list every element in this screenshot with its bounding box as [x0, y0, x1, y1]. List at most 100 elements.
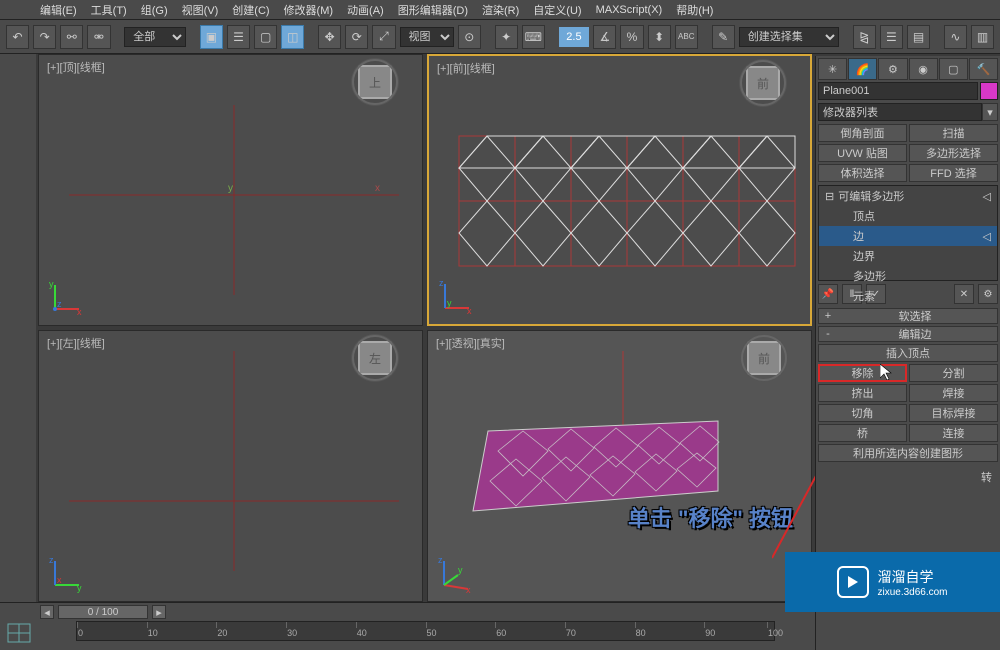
axis-gizmo-icon: x y z	[47, 277, 87, 317]
viewport-left[interactable]: [+][左][线框] 左 y z x	[38, 330, 423, 602]
soft-selection-rollout[interactable]: +软选择	[818, 308, 998, 324]
dropdown-arrow-icon[interactable]: ▾	[982, 103, 998, 121]
menu-maxscript[interactable]: MAXScript(X)	[596, 4, 663, 16]
bridge-button[interactable]: 桥	[818, 424, 907, 442]
stack-polygon[interactable]: 多边形	[819, 266, 997, 286]
viewport-top[interactable]: [+][顶][线框] 上 x y x y z	[38, 54, 423, 326]
viewport-perspective[interactable]: [+][透视][真实] 前 x z y 单击 "移除" 按钮	[427, 330, 812, 602]
selection-filter-dropdown[interactable]: 全部	[124, 27, 186, 47]
svg-text:y: y	[228, 183, 233, 194]
menu-group[interactable]: 组(G)	[141, 2, 168, 18]
create-shape-button[interactable]: 利用所选内容创建图形	[818, 444, 998, 462]
use-center-button[interactable]: ⊙	[458, 25, 481, 49]
mirror-button[interactable]: ⧎	[853, 25, 876, 49]
axis-gizmo-icon: x z y	[436, 553, 476, 593]
timeline-prev-button[interactable]: ◂	[40, 605, 54, 619]
split-button[interactable]: 分割	[909, 364, 998, 382]
keyboard-shortcut-button[interactable]: ⌨	[522, 25, 545, 49]
stack-border[interactable]: 边界	[819, 246, 997, 266]
object-color-swatch[interactable]	[980, 82, 998, 100]
modifier-list-dropdown[interactable]: 修改器列表	[818, 103, 982, 121]
tick: 80	[635, 622, 646, 628]
svg-text:z: z	[49, 555, 54, 565]
sweep-button[interactable]: 扫描	[909, 124, 998, 142]
time-ruler[interactable]: 0 10 20 30 40 50 60 70 80 90 100	[76, 621, 775, 641]
rotate-button[interactable]: ⟳	[345, 25, 368, 49]
menu-modifiers[interactable]: 修改器(M)	[284, 2, 334, 18]
edit-edges-rollout[interactable]: -编辑边	[818, 326, 998, 342]
viewport-front[interactable]: [+][前][线框] 前 x z y	[427, 54, 812, 326]
chamfer-profile-button[interactable]: 倒角剖面	[818, 124, 907, 142]
menu-bar: 编辑(E) 工具(T) 组(G) 视图(V) 创建(C) 修改器(M) 动画(A…	[0, 0, 1000, 20]
object-name-field[interactable]	[818, 82, 978, 100]
connect-button[interactable]: 连接	[909, 424, 998, 442]
menu-grapheditors[interactable]: 图形编辑器(D)	[398, 2, 468, 18]
tick: 50	[426, 622, 437, 628]
timeline-next-button[interactable]: ▸	[152, 605, 166, 619]
spinner-snap-button[interactable]: ⬍	[648, 25, 671, 49]
redo-button[interactable]: ↷	[33, 25, 56, 49]
modifier-stack[interactable]: ⊟可编辑多边形◁ 顶点 边◁ 边界 多边形 元素	[818, 185, 998, 281]
layer-mgr-button[interactable]: ▤	[907, 25, 930, 49]
play-icon	[837, 566, 869, 598]
link-button[interactable]: ⚯	[60, 25, 83, 49]
rect-select-button[interactable]: ▢	[254, 25, 277, 49]
stack-element[interactable]: 元素	[819, 286, 997, 306]
geometry-shaded	[428, 331, 811, 601]
tick: 100	[767, 622, 783, 628]
curve-editor-button[interactable]: ∿	[944, 25, 967, 49]
stack-edge[interactable]: 边◁	[819, 226, 997, 246]
menu-tools[interactable]: 工具(T)	[91, 2, 127, 18]
tick: 20	[216, 622, 227, 628]
extrude-button[interactable]: 挤出	[818, 384, 907, 402]
menu-rendering[interactable]: 渲染(R)	[482, 2, 519, 18]
viewport-layout-button[interactable]	[2, 621, 36, 645]
menu-customize[interactable]: 自定义(U)	[533, 2, 581, 18]
remove-button[interactable]: 移除	[818, 364, 907, 382]
angle-snap-button[interactable]: ∡	[593, 25, 616, 49]
scale-button[interactable]: ⤢	[372, 25, 395, 49]
abc-icon[interactable]: ABC	[675, 25, 698, 49]
uvw-map-button[interactable]: UVW 贴图	[818, 144, 907, 162]
align-button[interactable]: ☰	[880, 25, 903, 49]
move-button[interactable]: ✥	[318, 25, 341, 49]
chamfer-button[interactable]: 切角	[818, 404, 907, 422]
menu-help[interactable]: 帮助(H)	[676, 2, 713, 18]
manipulate-button[interactable]: ✦	[495, 25, 518, 49]
named-selection-dropdown[interactable]: 创建选择集	[739, 27, 839, 47]
annotation-text: 单击 "移除" 按钮	[628, 501, 793, 533]
percent-snap-button[interactable]: %	[620, 25, 643, 49]
snap-spinner[interactable]: 2.5	[559, 27, 590, 47]
display-tab[interactable]: ▢	[939, 58, 968, 80]
poly-select-button[interactable]: 多边形选择	[909, 144, 998, 162]
menu-views[interactable]: 视图(V)	[182, 2, 219, 18]
insert-vertex-button[interactable]: 插入顶点	[818, 344, 998, 362]
select-object-button[interactable]: ▣	[200, 25, 223, 49]
create-tab[interactable]: ✳	[818, 58, 847, 80]
axis-gizmo-icon: x z y	[437, 276, 477, 316]
time-slider-handle[interactable]: 0 / 100	[58, 605, 148, 619]
vol-select-button[interactable]: 体积选择	[818, 164, 907, 182]
edit-named-sel-button[interactable]: ✎	[712, 25, 735, 49]
undo-button[interactable]: ↶	[6, 25, 29, 49]
unlink-button[interactable]: ⚮	[87, 25, 110, 49]
svg-text:x: x	[467, 306, 472, 316]
stack-vertex[interactable]: 顶点	[819, 206, 997, 226]
weld-button[interactable]: 焊接	[909, 384, 998, 402]
menu-edit[interactable]: 编辑(E)	[40, 2, 77, 18]
window-crossing-button[interactable]: ◫	[281, 25, 304, 49]
select-by-name-button[interactable]: ☰	[227, 25, 250, 49]
menu-animation[interactable]: 动画(A)	[347, 2, 384, 18]
menu-create[interactable]: 创建(C)	[232, 2, 269, 18]
stack-editable-poly[interactable]: ⊟可编辑多边形◁	[819, 186, 997, 206]
hierarchy-tab[interactable]: ⚙	[878, 58, 907, 80]
ref-coord-dropdown[interactable]: 视图	[400, 27, 454, 47]
modify-tab[interactable]: 🌈	[848, 58, 877, 80]
left-toolbar	[0, 54, 36, 602]
utilities-tab[interactable]: 🔨	[969, 58, 998, 80]
target-weld-button[interactable]: 目标焊接	[909, 404, 998, 422]
svg-text:x: x	[57, 575, 62, 585]
motion-tab[interactable]: ◉	[909, 58, 938, 80]
ffd-select-button[interactable]: FFD 选择	[909, 164, 998, 182]
schematic-view-button[interactable]: ▥	[971, 25, 994, 49]
